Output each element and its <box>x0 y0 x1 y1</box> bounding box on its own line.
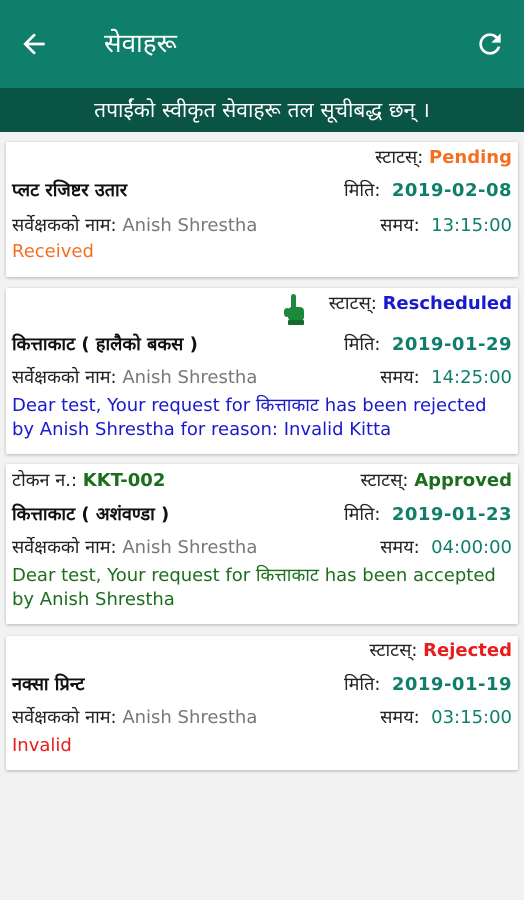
status-label: स्टाटस्: <box>375 147 424 168</box>
status-label: स्टाटस्: <box>328 293 377 314</box>
surveyor-name: Anish Shrestha <box>122 537 258 558</box>
surveyor-label: सर्वेक्षकको नाम: <box>12 537 117 558</box>
service-card[interactable]: टोकन न.: KKT-002 स्टाटस्: Approved कित्त… <box>6 464 518 624</box>
status-field: स्टाटस्: Rescheduled <box>329 290 512 318</box>
status-message: Received <box>12 241 94 262</box>
surveyor-label: सर्वेक्षकको नाम: <box>12 707 117 728</box>
service-name: कित्ताकाट ( अशंवण्डा ) <box>12 504 170 525</box>
date-label: मिति: <box>343 180 381 201</box>
page-title: सेवाहरू <box>104 29 177 59</box>
surveyor-label: सर्वेक्षकको नाम: <box>12 215 117 236</box>
time-label: समय: <box>380 707 420 728</box>
service-card[interactable]: स्टाटस्: Pending प्लट रजिष्टर उतार मिति:… <box>6 142 518 277</box>
time-label: समय: <box>380 215 420 236</box>
date-label: मिति: <box>343 334 381 355</box>
time-field: समय: 13:15:00 <box>380 212 512 240</box>
status-badge: Rescheduled <box>382 293 512 314</box>
refresh-icon[interactable] <box>474 28 506 60</box>
time-value: 14:25:00 <box>431 367 512 388</box>
back-arrow-icon[interactable] <box>18 28 50 60</box>
service-name: प्लट रजिष्टर उतार <box>12 180 128 201</box>
time-field: समय: 04:00:00 <box>380 534 512 562</box>
surveyor-name: Anish Shrestha <box>122 707 258 728</box>
status-label: स्टाटस्: <box>360 470 409 491</box>
date-field: मिति: 2019-01-23 <box>344 501 512 529</box>
surveyor-name: Anish Shrestha <box>122 215 258 236</box>
status-field: स्टाटस्: Pending <box>375 144 512 172</box>
surveyor-field: सर्वेक्षकको नाम: Anish Shrestha <box>12 534 257 562</box>
time-label: समय: <box>380 367 420 388</box>
time-value: 13:15:00 <box>431 215 512 236</box>
date-value: 2019-01-19 <box>391 674 512 695</box>
status-message: Dear test, Your request for कित्ताकाट ha… <box>12 395 487 440</box>
time-field: समय: 14:25:00 <box>380 364 512 392</box>
status-badge: Approved <box>414 470 512 491</box>
service-card[interactable]: स्टाटस्: Rejected नक्सा प्रिन्ट मिति: 20… <box>6 636 518 770</box>
date-label: मिति: <box>343 504 381 525</box>
time-field: समय: 03:15:00 <box>380 704 512 732</box>
info-banner: तपाईंको स्वीकृत सेवाहरू तल सूचीबद्ध छन् … <box>0 88 524 132</box>
status-field: स्टाटस्: Rejected <box>369 637 512 665</box>
token-label: टोकन न.: <box>12 470 78 491</box>
status-message: Invalid <box>12 735 72 756</box>
service-name: नक्सा प्रिन्ट <box>12 674 85 695</box>
date-value: 2019-01-23 <box>391 504 512 525</box>
date-field: मिति: 2019-02-08 <box>344 177 512 205</box>
time-value: 03:15:00 <box>431 707 512 728</box>
token-value: KKT-002 <box>82 470 166 491</box>
time-value: 04:00:00 <box>431 537 512 558</box>
date-label: मिति: <box>343 674 381 695</box>
app-toolbar: सेवाहरू <box>0 0 524 88</box>
status-field: स्टाटस्: Approved <box>360 467 512 495</box>
service-name: कित्ताकाट ( हालैको बकस ) <box>12 334 198 355</box>
token-field: टोकन न.: KKT-002 <box>12 467 165 495</box>
surveyor-name: Anish Shrestha <box>122 367 258 388</box>
date-field: मिति: 2019-01-29 <box>344 331 512 359</box>
time-label: समय: <box>380 537 420 558</box>
date-field: मिति: 2019-01-19 <box>344 671 512 699</box>
date-value: 2019-02-08 <box>391 180 512 201</box>
surveyor-label: सर्वेक्षकको नाम: <box>12 367 117 388</box>
surveyor-field: सर्वेक्षकको नाम: Anish Shrestha <box>12 704 257 732</box>
date-value: 2019-01-29 <box>391 334 512 355</box>
status-label: स्टाटस्: <box>369 640 418 661</box>
status-message: Dear test, Your request for कित्ताकाट ha… <box>12 565 496 610</box>
status-badge: Pending <box>429 147 512 168</box>
status-badge: Rejected <box>423 640 512 661</box>
service-card[interactable]: स्टाटस्: Rescheduled कित्ताकाट ( हालैको … <box>6 288 518 454</box>
surveyor-field: सर्वेक्षकको नाम: Anish Shrestha <box>12 364 257 392</box>
surveyor-field: सर्वेक्षकको नाम: Anish Shrestha <box>12 212 257 240</box>
